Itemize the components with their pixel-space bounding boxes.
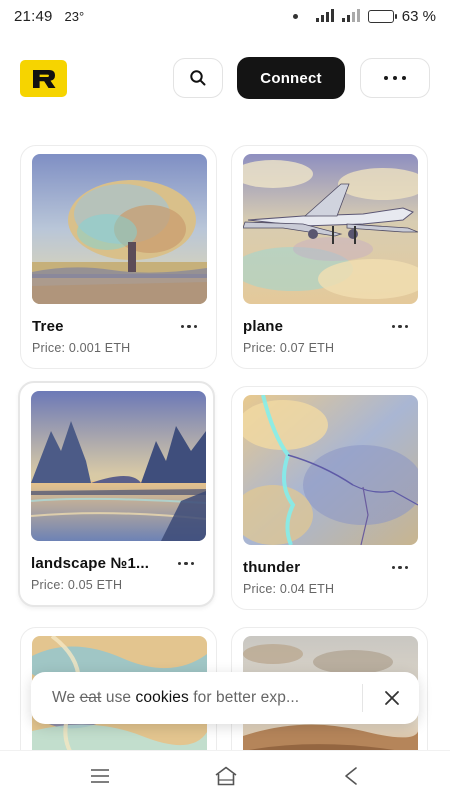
app-header: Connect — [0, 54, 450, 102]
more-dot — [398, 324, 402, 329]
close-icon — [385, 691, 399, 705]
nft-price: Price: 0.05 ETH — [31, 578, 123, 592]
status-indicators: 63 % — [292, 7, 436, 25]
cookie-text: use — [101, 689, 136, 706]
search-icon — [190, 70, 206, 86]
more-dot — [184, 561, 188, 566]
cookie-close-button[interactable] — [374, 680, 410, 716]
nft-price: Price: 0.001 ETH — [32, 341, 131, 355]
search-button[interactable] — [173, 58, 223, 98]
more-horizontal-icon — [391, 324, 395, 329]
card-more-button[interactable] — [388, 321, 417, 333]
more-dot — [193, 324, 197, 329]
logo-r-icon — [32, 69, 55, 88]
system-nav-bar — [0, 750, 450, 800]
cookie-banner: We eat use cookies for better exp... — [31, 672, 419, 724]
menu-icon — [91, 769, 109, 783]
nft-price: Price: 0.07 ETH — [243, 341, 335, 355]
status-bar: 21:49 23° 63 % — [0, 0, 450, 32]
signal-secondary-icon — [341, 9, 360, 22]
nft-card[interactable]: landscape №1... Price: 0.05 ETH — [18, 381, 215, 607]
more-dot — [404, 565, 408, 570]
nft-title: Tree — [32, 318, 64, 335]
nft-artwork-tree[interactable] — [32, 154, 207, 304]
cookie-text-struck: eat — [79, 689, 102, 706]
card-more-button[interactable] — [174, 558, 203, 570]
nft-artwork-thunder[interactable] — [243, 395, 418, 545]
more-dot — [402, 76, 406, 80]
nav-back-button[interactable] — [337, 763, 365, 789]
card-more-button[interactable] — [177, 321, 206, 333]
nft-card[interactable]: thunder Price: 0.04 ETH — [231, 386, 428, 610]
signal-icon — [315, 9, 334, 22]
notification-dot-icon — [292, 13, 298, 19]
more-dot — [187, 324, 191, 329]
home-icon — [215, 766, 237, 786]
nft-artwork-landscape[interactable] — [31, 391, 206, 541]
more-menu-button[interactable] — [360, 58, 430, 98]
more-dot — [190, 561, 194, 566]
cookie-message: We eat use cookies for better exp... — [52, 689, 352, 707]
connect-button[interactable]: Connect — [237, 57, 345, 99]
more-horizontal-icon — [391, 565, 395, 570]
nav-recents-button[interactable] — [86, 763, 114, 789]
more-dot — [398, 565, 402, 570]
nft-card[interactable]: Tree Price: 0.001 ETH — [20, 145, 217, 369]
card-more-button[interactable] — [388, 562, 417, 574]
nft-title: thunder — [243, 559, 301, 576]
nft-card[interactable]: plane Price: 0.07 ETH — [231, 145, 428, 369]
more-horizontal-icon — [384, 76, 388, 80]
battery-percent: 63 % — [401, 7, 436, 25]
status-temperature: 23° — [64, 8, 85, 24]
nft-title: landscape №1... — [31, 555, 150, 572]
cookie-divider — [362, 684, 363, 712]
app-logo[interactable] — [20, 60, 67, 97]
nft-price: Price: 0.04 ETH — [243, 582, 335, 596]
nft-artwork-plane[interactable] — [243, 154, 418, 304]
cookie-text: for better exp... — [188, 689, 300, 706]
back-icon — [345, 767, 357, 785]
status-time: 21:49 — [14, 7, 53, 25]
more-horizontal-icon — [177, 561, 181, 566]
more-dot — [393, 76, 397, 80]
battery-icon — [367, 9, 397, 23]
nft-title: plane — [243, 318, 284, 335]
cookie-text: We — [52, 689, 80, 706]
cookie-link[interactable]: cookies — [136, 689, 189, 706]
more-horizontal-icon — [180, 324, 184, 329]
nav-home-button[interactable] — [212, 763, 240, 789]
more-dot — [404, 324, 408, 329]
